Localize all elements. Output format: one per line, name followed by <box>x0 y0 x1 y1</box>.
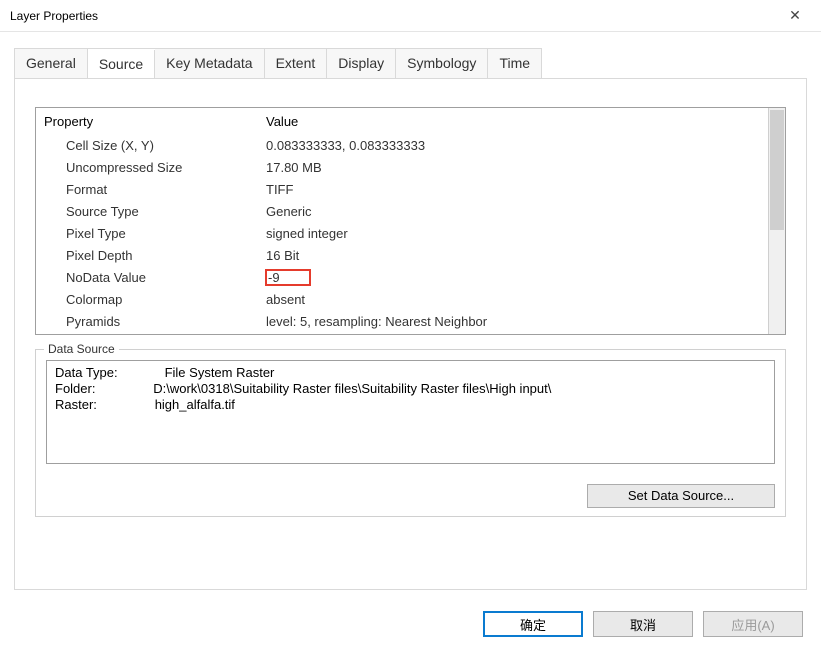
tab-label: General <box>26 55 76 71</box>
property-grid-scrollbar[interactable] <box>768 108 785 334</box>
scrollbar-thumb[interactable] <box>770 110 784 230</box>
tab-label: Key Metadata <box>166 55 252 71</box>
tab-page-source: Property Value Cell Size (X, Y)0.0833333… <box>14 78 807 590</box>
tab-area: General Source Key Metadata Extent Displ… <box>0 32 821 590</box>
tab-source[interactable]: Source <box>88 50 155 79</box>
window-title: Layer Properties <box>10 9 98 23</box>
tab-label: Time <box>499 55 530 71</box>
tab-strip: General Source Key Metadata Extent Displ… <box>14 48 542 78</box>
data-source-group: Data Source Data Type: File System Raste… <box>35 349 786 517</box>
data-source-legend: Data Source <box>44 342 119 356</box>
property-name: NoData Value <box>36 270 266 285</box>
property-grid-body: Property Value Cell Size (X, Y)0.0833333… <box>36 108 768 334</box>
property-row[interactable]: NoData Value-9 <box>36 266 768 288</box>
apply-button[interactable]: 应用(A) <box>703 611 803 637</box>
property-name: Pixel Type <box>36 226 266 241</box>
ok-button[interactable]: 确定 <box>483 611 583 637</box>
property-value: -9 <box>266 270 768 285</box>
button-label: 应用(A) <box>731 615 774 634</box>
data-source-text: Data Type: File System Raster Folder: D:… <box>47 361 774 463</box>
property-row[interactable]: Uncompressed Size17.80 MB <box>36 156 768 178</box>
close-button[interactable]: ✕ <box>781 2 809 30</box>
button-label: 取消 <box>630 615 656 634</box>
property-name: Uncompressed Size <box>36 160 266 175</box>
cancel-button[interactable]: 取消 <box>593 611 693 637</box>
tab-label: Display <box>338 55 384 71</box>
property-row[interactable]: Cell Size (X, Y)0.083333333, 0.083333333 <box>36 134 768 156</box>
property-row[interactable]: FormatTIFF <box>36 178 768 200</box>
close-icon: ✕ <box>789 7 801 24</box>
tab-time[interactable]: Time <box>488 49 541 78</box>
property-value: 0.083333333, 0.083333333 <box>266 138 768 153</box>
highlighted-value: -9 <box>266 270 310 285</box>
property-row[interactable]: Colormapabsent <box>36 288 768 310</box>
property-name: Pixel Depth <box>36 248 266 263</box>
property-row[interactable]: Pixel Depth16 Bit <box>36 244 768 266</box>
header-property: Property <box>36 114 266 129</box>
button-label: Set Data Source... <box>628 488 734 503</box>
property-value: TIFF <box>266 182 768 197</box>
title-bar: Layer Properties ✕ <box>0 0 821 32</box>
property-value: signed integer <box>266 226 768 241</box>
property-row[interactable]: Source TypeGeneric <box>36 200 768 222</box>
tab-extent[interactable]: Extent <box>265 49 328 78</box>
property-grid: Property Value Cell Size (X, Y)0.0833333… <box>35 107 786 335</box>
property-value: absent <box>266 292 768 307</box>
property-value: 17.80 MB <box>266 160 768 175</box>
property-value: level: 5, resampling: Nearest Neighbor <box>266 314 768 329</box>
header-value: Value <box>266 114 768 129</box>
property-name: Cell Size (X, Y) <box>36 138 266 153</box>
button-label: 确定 <box>520 615 546 634</box>
property-value: Generic <box>266 204 768 219</box>
property-name: Colormap <box>36 292 266 307</box>
set-data-source-button[interactable]: Set Data Source... <box>587 484 775 508</box>
tab-display[interactable]: Display <box>327 49 396 78</box>
property-name: Source Type <box>36 204 266 219</box>
property-name: Pyramids <box>36 314 266 329</box>
property-row[interactable]: Pixel Typesigned integer <box>36 222 768 244</box>
dialog-button-bar: 确定 取消 应用(A) <box>483 611 803 637</box>
tab-general[interactable]: General <box>15 49 88 78</box>
tab-label: Source <box>99 56 143 72</box>
property-name: Format <box>36 182 266 197</box>
tab-key-metadata[interactable]: Key Metadata <box>155 49 264 78</box>
property-row[interactable]: Pyramidslevel: 5, resampling: Nearest Ne… <box>36 310 768 332</box>
tab-label: Symbology <box>407 55 476 71</box>
data-source-box: Data Type: File System Raster Folder: D:… <box>46 360 775 464</box>
property-value: 16 Bit <box>266 248 768 263</box>
tab-label: Extent <box>276 55 316 71</box>
tab-symbology[interactable]: Symbology <box>396 49 488 78</box>
property-grid-header: Property Value <box>36 108 768 134</box>
